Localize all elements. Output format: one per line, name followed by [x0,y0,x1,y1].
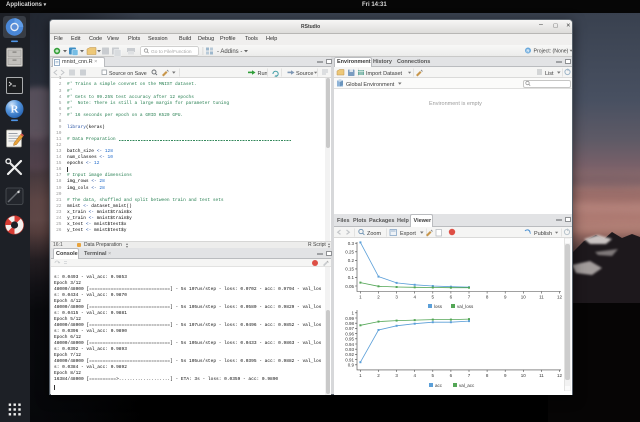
svg-text:Project: (None): Project: (None) [534,48,569,54]
svg-text:R: R [11,104,20,116]
svg-text:Go to File/Function: Go to File/Function [151,49,192,55]
svg-text:1: 1 [359,373,362,378]
svg-text:2: 2 [377,373,380,378]
svg-text:4: 4 [413,295,416,300]
svg-text:Publish: Publish [534,231,552,237]
svg-text:9: 9 [504,373,507,378]
svg-text:8: 8 [486,373,489,378]
svg-text:7: 7 [468,373,471,378]
svg-text:6: 6 [450,373,453,378]
svg-text:loss: loss [434,304,443,309]
svg-text:1: 1 [359,295,362,300]
svg-text:12: 12 [557,373,563,378]
svg-text:0.15: 0.15 [345,267,354,272]
svg-text:acc: acc [435,383,443,388]
svg-text:6: 6 [450,295,453,300]
svg-text:Import Dataset: Import Dataset [366,71,403,77]
svg-text:Global Environment: Global Environment [346,82,395,88]
svg-text:7: 7 [468,295,471,300]
svg-text:Run: Run [258,71,268,77]
svg-text:3: 3 [395,295,398,300]
svg-text:0.2: 0.2 [348,258,355,263]
svg-text:val_acc: val_acc [459,383,475,388]
svg-text:5: 5 [432,295,435,300]
svg-text:2: 2 [377,295,380,300]
svg-text:Export: Export [400,231,416,237]
svg-text:0.1: 0.1 [348,275,355,280]
svg-text:10: 10 [521,373,527,378]
svg-text:Zoom: Zoom [367,231,381,237]
svg-text:val_loss: val_loss [457,304,474,309]
svg-text:12: 12 [557,295,563,300]
svg-text:4: 4 [413,373,416,378]
svg-text:8: 8 [486,295,489,300]
svg-text:List: List [545,71,554,77]
svg-text:0.05: 0.05 [345,284,354,289]
svg-text:0.9: 0.9 [348,363,355,368]
svg-text:9: 9 [504,295,507,300]
svg-text:10: 10 [521,295,527,300]
svg-text:Source: Source [296,71,313,77]
svg-text:- Addins -: - Addins - [217,49,242,55]
svg-text:3: 3 [395,373,398,378]
svg-text:0.3: 0.3 [348,241,355,246]
svg-text:11: 11 [539,295,544,300]
svg-text:11: 11 [539,373,544,378]
svg-text:5: 5 [432,373,435,378]
svg-text:0.25: 0.25 [345,250,354,255]
